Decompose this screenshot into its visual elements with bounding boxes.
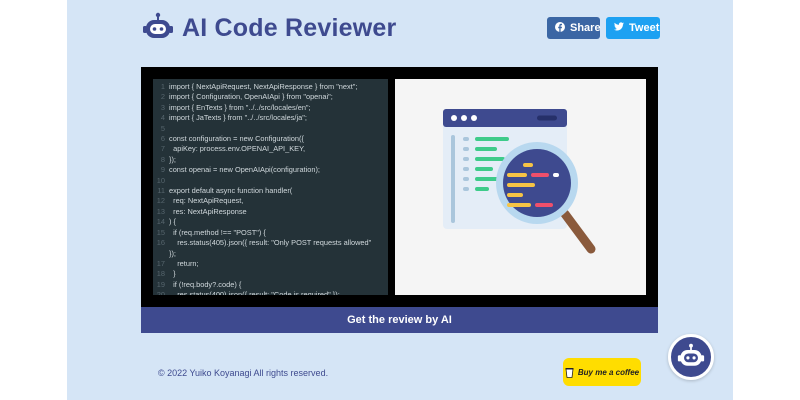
code-line: 14 ) { bbox=[153, 217, 388, 227]
code-line: 1 import { NextApiRequest, NextApiRespons… bbox=[153, 82, 388, 92]
line-text: import { EnTexts } from "../../src/local… bbox=[169, 102, 311, 112]
facebook-share-label: Share bbox=[570, 22, 601, 34]
code-editor[interactable]: 1 import { NextApiRequest, NextApiRespons… bbox=[153, 79, 388, 295]
robot-icon bbox=[677, 343, 705, 366]
twitter-share-label: Tweet bbox=[629, 22, 660, 34]
facebook-icon bbox=[555, 21, 565, 35]
line-number: 3 bbox=[160, 102, 165, 112]
line-number: 15 bbox=[156, 227, 165, 237]
code-line: 7 apiKey: process.env.OPENAI_API_KEY, bbox=[153, 144, 388, 154]
code-line: 19 if (!req.body?.code) { bbox=[153, 280, 388, 290]
line-text: res.status(400).json({ result: "Code is … bbox=[169, 290, 340, 295]
copyright-text: © 2022 Yuiko Koyanagi All rights reserve… bbox=[158, 368, 329, 378]
code-line: }); bbox=[153, 249, 388, 259]
code-line: 3 import { EnTexts } from "../../src/loca… bbox=[153, 103, 388, 113]
line-number: 8 bbox=[160, 154, 165, 164]
line-text: } bbox=[169, 269, 176, 279]
line-number: 14 bbox=[156, 217, 165, 227]
line-number: 4 bbox=[160, 113, 165, 123]
coffee-label: Buy me a coffee bbox=[577, 367, 640, 377]
code-line: 18 } bbox=[153, 269, 388, 279]
magnifier-document-illustration bbox=[443, 109, 596, 254]
code-line: 15 if (req.method !== "POST") { bbox=[153, 228, 388, 238]
line-number bbox=[153, 249, 169, 259]
line-text: ) { bbox=[169, 217, 176, 227]
line-number: 10 bbox=[156, 175, 165, 185]
share-buttons: Share Tweet bbox=[547, 17, 660, 39]
code-review-illustration bbox=[395, 79, 646, 295]
line-text: res: NextApiResponse bbox=[169, 206, 247, 216]
line-number: 2 bbox=[160, 92, 165, 102]
line-text: import { Configuration, OpenAIApi } from… bbox=[169, 92, 333, 102]
code-line: 17 return; bbox=[153, 259, 388, 269]
line-text: const openai = new OpenAIApi(configurati… bbox=[169, 165, 320, 175]
code-line: 8}); bbox=[153, 155, 388, 165]
line-number: 18 bbox=[156, 269, 165, 279]
line-text: const configuration = new Configuration(… bbox=[169, 134, 304, 144]
code-line: 9 const openai = new OpenAIApi(configurat… bbox=[153, 165, 388, 175]
facebook-share-button[interactable]: Share bbox=[547, 17, 601, 39]
line-text: req: NextApiRequest, bbox=[169, 196, 244, 206]
line-text: if (!req.body?.code) { bbox=[169, 279, 242, 289]
line-number: 12 bbox=[156, 196, 165, 206]
page-title: AI Code Reviewer bbox=[182, 13, 397, 42]
code-line: 6 const configuration = new Configuration… bbox=[153, 134, 388, 144]
twitter-share-button[interactable]: Tweet bbox=[606, 17, 660, 39]
line-number: 5 bbox=[160, 123, 165, 133]
line-number: 1 bbox=[160, 82, 165, 91]
code-line: 16 res.status(405).json({ result: "Only … bbox=[153, 238, 388, 248]
line-text: import { NextApiRequest, NextApiResponse… bbox=[169, 82, 358, 91]
line-number: 17 bbox=[156, 258, 165, 268]
line-number: 13 bbox=[156, 206, 165, 216]
line-text: return; bbox=[169, 258, 199, 268]
code-line: 5 bbox=[153, 124, 388, 134]
line-number: 9 bbox=[160, 165, 165, 175]
code-line: 13 res: NextApiResponse bbox=[153, 207, 388, 217]
code-line: 2 import { Configuration, OpenAIApi } fro… bbox=[153, 92, 388, 102]
robot-icon bbox=[143, 12, 173, 38]
robot-chat-button[interactable] bbox=[668, 334, 714, 380]
line-text: if (req.method !== "POST") { bbox=[169, 227, 266, 237]
get-review-button[interactable]: Get the review by AI bbox=[141, 307, 658, 333]
line-number: 20 bbox=[156, 290, 165, 295]
buy-me-a-coffee-button[interactable]: Buy me a coffee bbox=[563, 358, 641, 386]
code-line: 12 req: NextApiRequest, bbox=[153, 196, 388, 206]
line-number: 7 bbox=[160, 144, 165, 154]
code-line: 20 res.status(400).json({ result: "Code … bbox=[153, 290, 388, 295]
line-text: }); bbox=[169, 154, 176, 164]
preview-frame: 1 import { NextApiRequest, NextApiRespons… bbox=[141, 67, 658, 307]
line-text: apiKey: process.env.OPENAI_API_KEY, bbox=[169, 144, 306, 154]
code-line: 11 export default async function handler( bbox=[153, 186, 388, 196]
line-number: 19 bbox=[156, 279, 165, 289]
line-number: 11 bbox=[157, 186, 165, 196]
code-line: 4 import { JaTexts } from "../../src/loca… bbox=[153, 113, 388, 123]
line-number: 6 bbox=[160, 134, 165, 144]
line-text: import { JaTexts } from "../../src/local… bbox=[169, 113, 307, 123]
line-text: export default async function handler( bbox=[169, 186, 293, 196]
code-line: 10 bbox=[153, 176, 388, 186]
page-container: AI Code Reviewer Share Tweet 1 import { N… bbox=[67, 0, 733, 400]
line-text: }); bbox=[169, 248, 176, 258]
line-number: 16 bbox=[156, 238, 165, 248]
twitter-icon bbox=[614, 22, 624, 34]
line-text: res.status(405).json({ result: "Only POS… bbox=[169, 238, 372, 248]
header: AI Code Reviewer bbox=[142, 12, 396, 44]
coffee-cup-icon bbox=[565, 367, 574, 378]
